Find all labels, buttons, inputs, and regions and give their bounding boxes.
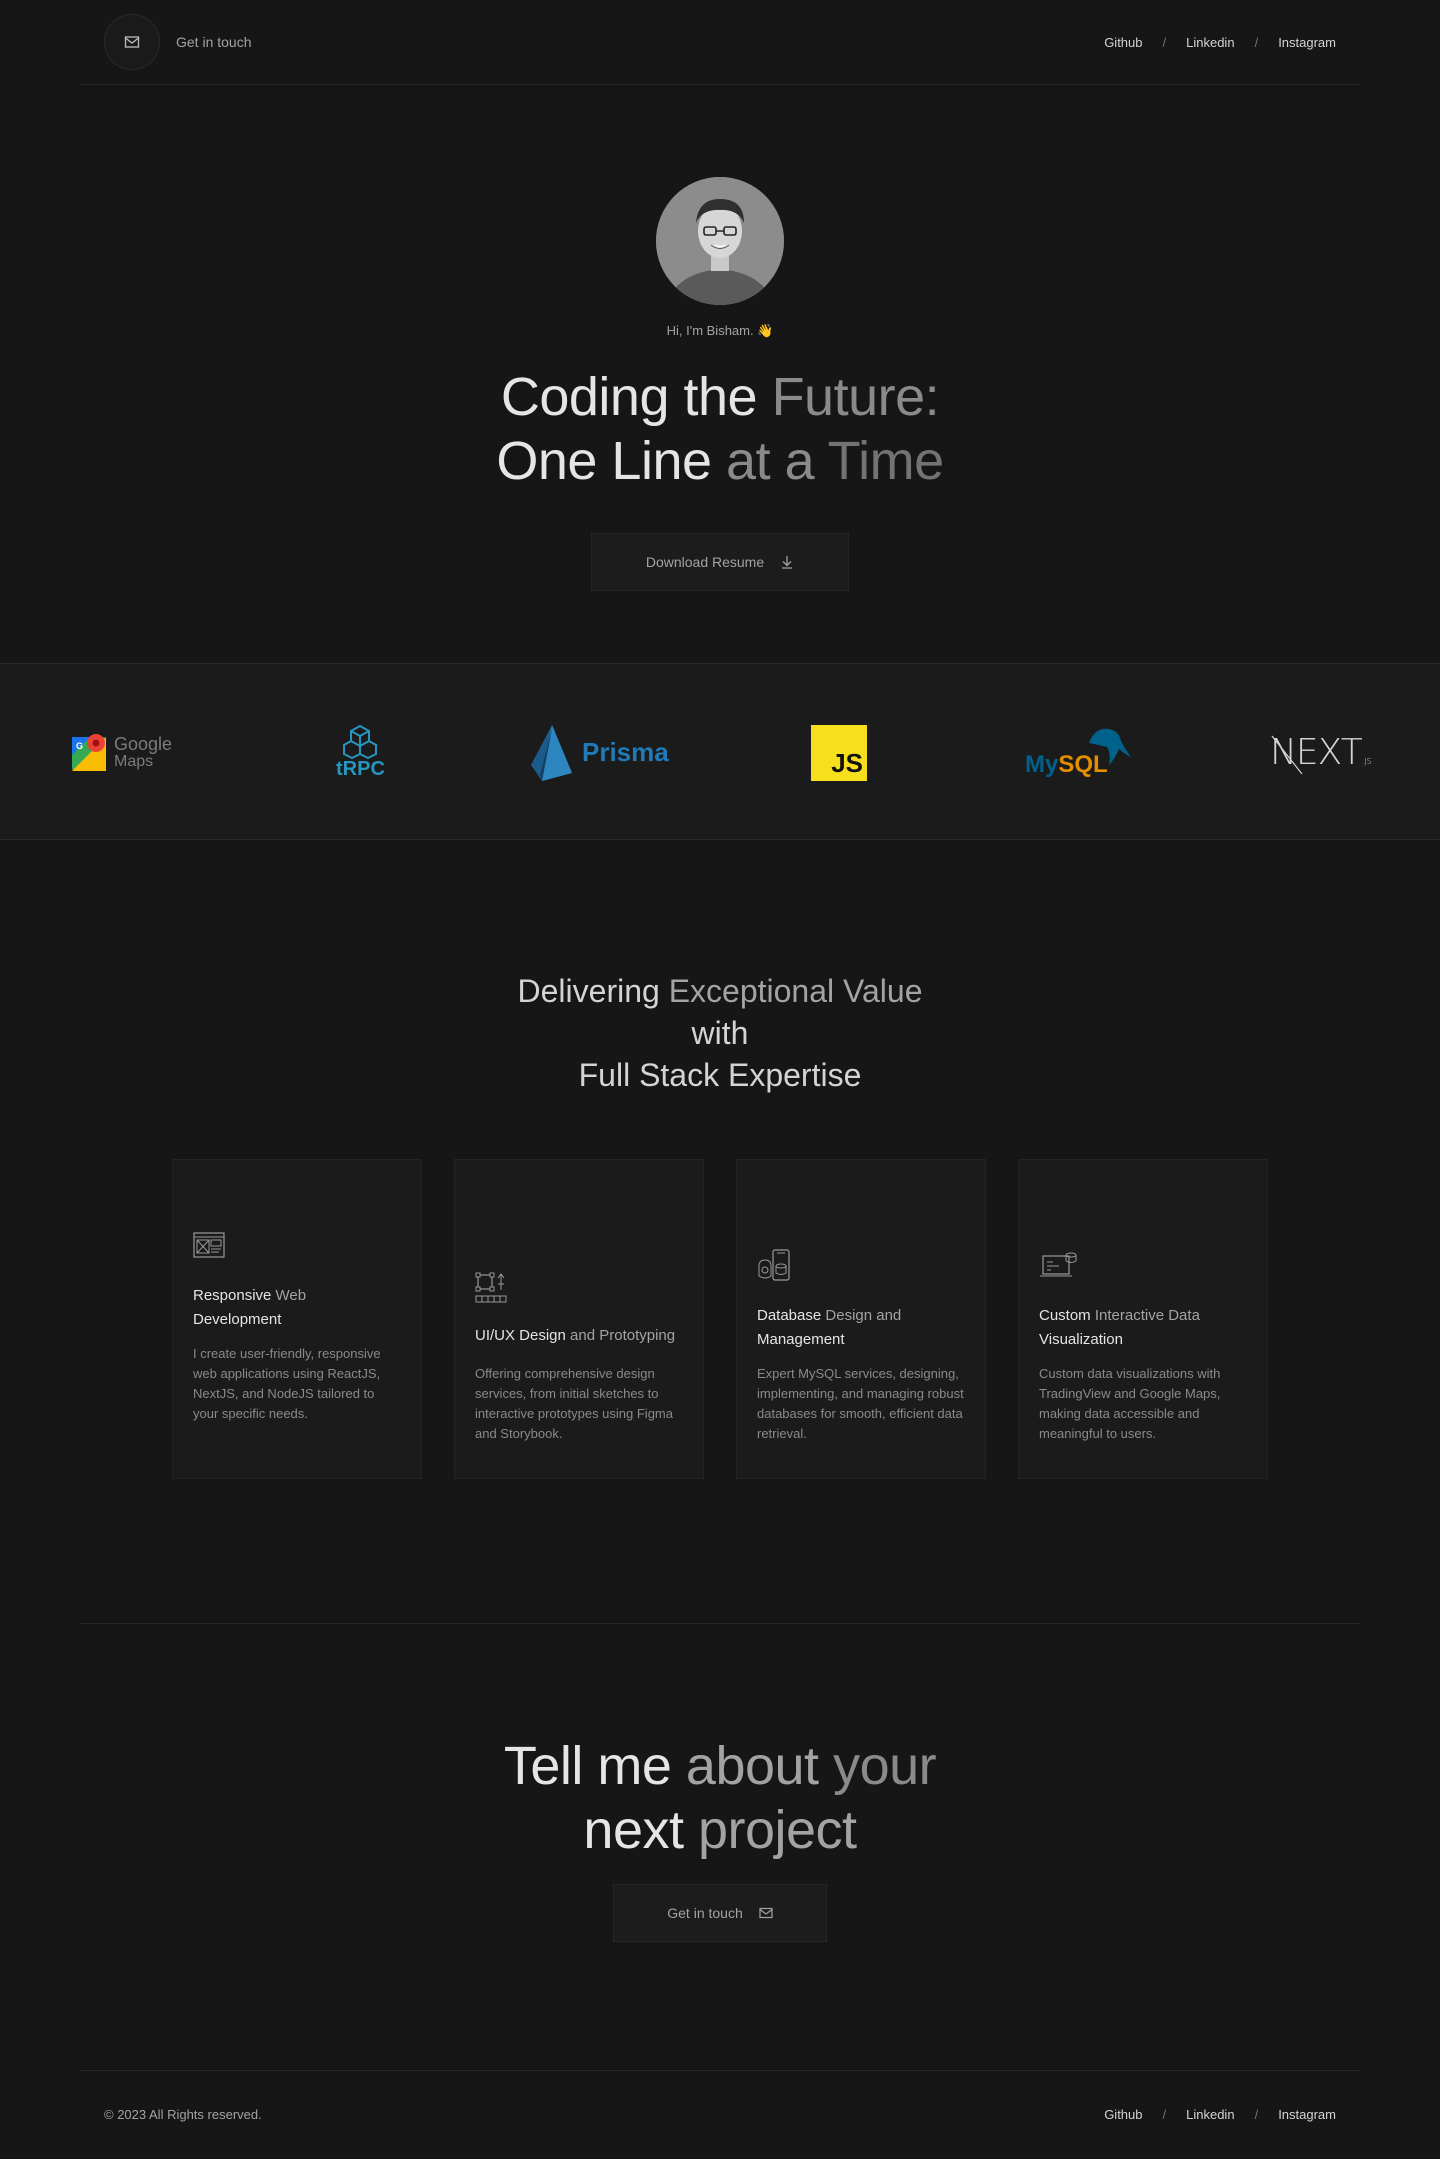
linkedin-link[interactable]: Linkedin	[1186, 35, 1234, 50]
separator: /	[1162, 34, 1167, 50]
contact-label[interactable]: Get in touch	[176, 34, 252, 50]
tech-logos-strip: G Google Maps tRPC Prisma JS MySQL NEXT.…	[0, 663, 1440, 840]
svg-text:G: G	[76, 741, 83, 751]
instagram-link[interactable]: Instagram	[1278, 2107, 1336, 2122]
download-resume-label: Download Resume	[645, 554, 765, 570]
service-description: Custom data visualizations with TradingV…	[1039, 1366, 1221, 1441]
linkedin-link[interactable]: Linkedin	[1186, 2107, 1234, 2122]
nextjs-logo: NEXT.JS	[1270, 732, 1372, 775]
copyright: © 2023 All Rights reserved.	[104, 2107, 262, 2122]
value-section: Delivering Exceptional Value with Full S…	[0, 970, 1440, 1096]
browser-layout-icon	[193, 1232, 225, 1263]
download-icon	[782, 556, 793, 569]
service-description: Offering comprehensive design services, …	[475, 1366, 673, 1441]
service-description: I create user-friendly, responsive web a…	[193, 1346, 381, 1421]
service-card-data-visualization: Custom Interactive Data Visualization Cus…	[1018, 1159, 1268, 1479]
services-cards: Responsive Web Development I create user-…	[172, 1159, 1268, 1479]
design-prototype-icon	[475, 1272, 507, 1309]
hero-section: Hi, I'm Bisham. 👋 Coding the Future: One…	[80, 85, 1360, 663]
service-title: Responsive Web Development	[193, 1287, 307, 1328]
site-header: Get in touch Github / Linkedin / Instagr…	[80, 0, 1360, 85]
mail-icon	[759, 1907, 773, 1919]
avatar	[656, 177, 784, 305]
javascript-logo: JS	[811, 664, 867, 841]
service-title: Custom Interactive Data Visualization	[1039, 1307, 1200, 1348]
value-heading: Delivering Exceptional Value with Full S…	[517, 973, 923, 1093]
hero-title: Coding the Future: One Line at a Time	[496, 367, 944, 491]
social-links: Github / Linkedin / Instagram	[1104, 35, 1336, 50]
cta-section: Tell me about your next project Get in t…	[0, 1734, 1440, 1942]
service-title: UI/UX Design and Prototyping	[475, 1327, 676, 1344]
contact-link[interactable]: Get in touch	[104, 14, 252, 70]
separator: /	[1162, 2107, 1167, 2122]
database-device-icon	[757, 1248, 791, 1287]
service-card-database: Database Design and Management Expert MyS…	[736, 1159, 986, 1479]
github-link[interactable]: Github	[1104, 2107, 1142, 2122]
instagram-link[interactable]: Instagram	[1278, 35, 1336, 50]
cta-heading: Tell me about your next project	[503, 1736, 937, 1860]
footer-social-links: Github / Linkedin / Instagram	[1104, 2107, 1336, 2122]
service-description: Expert MySQL services, designing, implem…	[757, 1366, 964, 1441]
prisma-logo: Prisma	[528, 664, 669, 841]
get-in-touch-button[interactable]: Get in touch	[613, 1884, 827, 1942]
google-maps-logo: G Google Maps	[70, 664, 172, 841]
greeting: Hi, I'm Bisham. 👋	[666, 323, 774, 338]
wave-icon: 👋	[757, 323, 774, 338]
service-card-web-development: Responsive Web Development I create user-…	[172, 1159, 422, 1479]
service-card-ui-ux-design: UI/UX Design and Prototyping Offering co…	[454, 1159, 704, 1479]
separator: /	[1254, 34, 1259, 50]
service-title: Database Design and Management	[757, 1307, 902, 1348]
download-resume-button[interactable]: Download Resume	[591, 533, 849, 591]
site-footer: © 2023 All Rights reserved. Github / Lin…	[80, 2070, 1360, 2159]
get-in-touch-label: Get in touch	[667, 1905, 743, 1921]
github-link[interactable]: Github	[1104, 35, 1142, 50]
separator: /	[1254, 2107, 1259, 2122]
section-divider	[80, 1623, 1360, 1624]
mail-icon[interactable]	[104, 14, 160, 70]
laptop-chart-icon	[1039, 1250, 1077, 1285]
trpc-logo: tRPC	[336, 664, 385, 841]
mysql-logo: MySQL	[1025, 664, 1131, 841]
